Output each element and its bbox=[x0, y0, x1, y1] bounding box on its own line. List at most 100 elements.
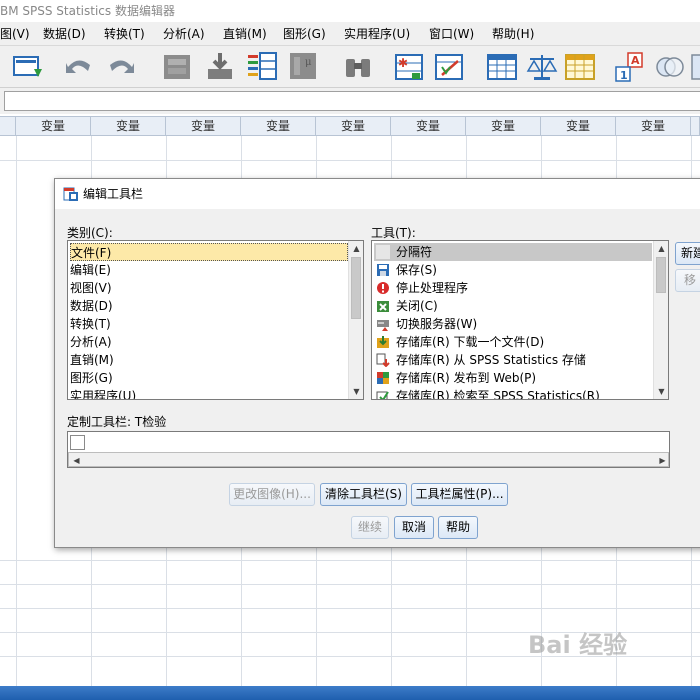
redo-icon[interactable] bbox=[106, 51, 138, 83]
list-item[interactable]: 转换(T) bbox=[70, 315, 111, 333]
split-file-icon[interactable] bbox=[486, 51, 518, 83]
clear-toolbar-button[interactable]: 清除工具栏(S) bbox=[320, 483, 407, 506]
menu-graphs[interactable]: 图形(G) bbox=[283, 22, 326, 45]
column-header[interactable]: 变量 bbox=[16, 116, 91, 136]
scroll-up-arrow[interactable]: ▲ bbox=[349, 241, 363, 256]
dialog-title: 编辑工具栏 bbox=[83, 187, 144, 201]
svg-text:μ: μ bbox=[305, 57, 312, 68]
undo-icon[interactable] bbox=[62, 51, 94, 83]
toolbar-properties-button[interactable]: 工具栏属性(P)... bbox=[411, 483, 508, 506]
separator-icon bbox=[376, 245, 390, 259]
list-item[interactable]: 数据(D) bbox=[70, 297, 113, 315]
categories-scrollbar[interactable]: ▲ ▼ bbox=[348, 241, 363, 399]
scroll-down-arrow[interactable]: ▼ bbox=[654, 384, 668, 399]
tools-label: 工具(T): bbox=[371, 226, 416, 240]
cell-editor-input[interactable] bbox=[4, 91, 700, 111]
goto-variable-icon[interactable] bbox=[204, 51, 236, 83]
svg-text:A: A bbox=[631, 54, 640, 67]
window-title: BM SPSS Statistics 数据编辑器 bbox=[0, 4, 175, 18]
cancel-button[interactable]: 取消 bbox=[394, 516, 434, 539]
menu-help[interactable]: 帮助(H) bbox=[492, 22, 534, 45]
list-item[interactable]: 实用程序(U) bbox=[70, 387, 136, 399]
dialog-titlebar[interactable]: 编辑工具栏 bbox=[55, 179, 700, 209]
show-all-icon[interactable] bbox=[690, 51, 700, 83]
watermark: Bai 经验 bbox=[528, 631, 628, 659]
scroll-down-arrow[interactable]: ▼ bbox=[349, 384, 363, 399]
column-header-partial bbox=[691, 116, 700, 136]
list-item[interactable]: 切换服务器(W) bbox=[374, 315, 652, 333]
scroll-left-arrow[interactable]: ◀ bbox=[69, 453, 84, 467]
grid-row-line bbox=[0, 160, 700, 161]
svg-text:✱: ✱ bbox=[398, 56, 408, 70]
repository-publish-icon bbox=[377, 372, 389, 384]
list-item[interactable]: 分析(A) bbox=[70, 333, 112, 351]
continue-button[interactable]: 继续 bbox=[351, 516, 389, 539]
toolbar-slot[interactable] bbox=[70, 435, 85, 450]
menu-transform[interactable]: 转换(T) bbox=[104, 22, 145, 45]
server-icon bbox=[377, 320, 389, 331]
list-item[interactable]: 存储库(R) 检索至 SPSS Statistics(R) bbox=[374, 387, 652, 399]
scroll-thumb[interactable] bbox=[656, 257, 666, 293]
tools-list[interactable]: 分隔符 保存(S) 停止处理程序 关闭(C) 切换服务器(W) 存储库(R) 下… bbox=[371, 240, 669, 400]
weight-cases-icon[interactable] bbox=[526, 51, 558, 83]
list-item[interactable]: 视图(V) bbox=[70, 279, 112, 297]
column-header[interactable]: 变量 bbox=[391, 116, 466, 136]
tools-scrollbar[interactable]: ▲ ▼ bbox=[653, 241, 668, 399]
menu-analyze[interactable]: 分析(A) bbox=[163, 22, 205, 45]
grid-column-line bbox=[16, 136, 17, 686]
list-item[interactable]: 保存(S) bbox=[374, 261, 652, 279]
custom-toolbar-hscrollbar[interactable]: ◀ ▶ bbox=[68, 452, 669, 467]
value-labels-icon[interactable]: A 1 bbox=[614, 51, 646, 83]
change-image-button[interactable]: 更改图像(H)... bbox=[229, 483, 315, 506]
column-header[interactable]: 变量 bbox=[541, 116, 616, 136]
list-item[interactable]: 存储库(R) 从 SPSS Statistics 存储 bbox=[374, 351, 652, 369]
menu-direct-marketing[interactable]: 直销(M) bbox=[223, 22, 267, 45]
column-header[interactable]: 变量 bbox=[466, 116, 541, 136]
list-item[interactable]: 存储库(R) 下载一个文件(D) bbox=[374, 333, 652, 351]
descriptive-stats-icon[interactable]: μ bbox=[288, 51, 320, 83]
column-header[interactable]: 变量 bbox=[241, 116, 316, 136]
repository-download-icon bbox=[377, 336, 389, 348]
column-header[interactable]: 变量 bbox=[91, 116, 166, 136]
scroll-up-arrow[interactable]: ▲ bbox=[654, 241, 668, 256]
select-cases-icon[interactable] bbox=[564, 51, 596, 83]
edit-toolbar-dialog: 编辑工具栏 类别(C): 文件(F) 编辑(E) 视图(V) 数据(D) 转换(… bbox=[54, 178, 700, 548]
list-item[interactable]: 直销(M) bbox=[70, 351, 114, 369]
stop-icon bbox=[377, 282, 389, 294]
column-header[interactable]: 变量 bbox=[316, 116, 391, 136]
categories-label: 类别(C): bbox=[67, 226, 113, 240]
menu-view[interactable]: 图(V) bbox=[0, 22, 30, 45]
list-item[interactable]: 编辑(E) bbox=[70, 261, 111, 279]
menu-utilities[interactable]: 实用程序(U) bbox=[344, 22, 410, 45]
list-item[interactable]: 存储库(R) 发布到 Web(P) bbox=[374, 369, 652, 387]
custom-toolbar-label: 定制工具栏: T检验 bbox=[67, 415, 167, 429]
row-number-header bbox=[0, 116, 16, 136]
svg-text:1: 1 bbox=[620, 69, 628, 82]
insert-variable-icon[interactable] bbox=[434, 51, 466, 83]
menu-data[interactable]: 数据(D) bbox=[43, 22, 86, 45]
use-sets-icon[interactable] bbox=[654, 51, 686, 83]
custom-toolbar-box[interactable]: ◀ ▶ bbox=[67, 431, 670, 468]
list-item[interactable]: 关闭(C) bbox=[374, 297, 652, 315]
insert-cases-icon[interactable]: ✱ bbox=[394, 51, 426, 83]
new-toolbar-button[interactable]: 新建 bbox=[675, 242, 700, 265]
column-header[interactable]: 变量 bbox=[166, 116, 241, 136]
move-button[interactable]: 移 bbox=[675, 269, 700, 292]
window-titlebar: BM SPSS Statistics 数据编辑器 bbox=[0, 0, 700, 22]
main-toolbar: μ ✱ A 1 bbox=[0, 46, 700, 88]
scroll-right-arrow[interactable]: ▶ bbox=[655, 453, 669, 467]
find-icon[interactable] bbox=[342, 51, 374, 83]
list-item[interactable]: 文件(F) bbox=[70, 243, 348, 261]
scroll-thumb[interactable] bbox=[351, 257, 361, 319]
help-button[interactable]: 帮助 bbox=[438, 516, 478, 539]
list-item[interactable]: 图形(G) bbox=[70, 369, 113, 387]
categories-list[interactable]: 文件(F) 编辑(E) 视图(V) 数据(D) 转换(T) 分析(A) 直销(M… bbox=[67, 240, 364, 400]
close-file-icon bbox=[377, 301, 389, 312]
list-item[interactable]: 分隔符 bbox=[374, 243, 652, 261]
variables-icon[interactable] bbox=[246, 51, 278, 83]
menu-window[interactable]: 窗口(W) bbox=[429, 22, 474, 45]
open-data-icon[interactable] bbox=[12, 51, 44, 83]
list-item[interactable]: 停止处理程序 bbox=[374, 279, 652, 297]
goto-case-icon[interactable] bbox=[162, 51, 194, 83]
column-header[interactable]: 变量 bbox=[616, 116, 691, 136]
